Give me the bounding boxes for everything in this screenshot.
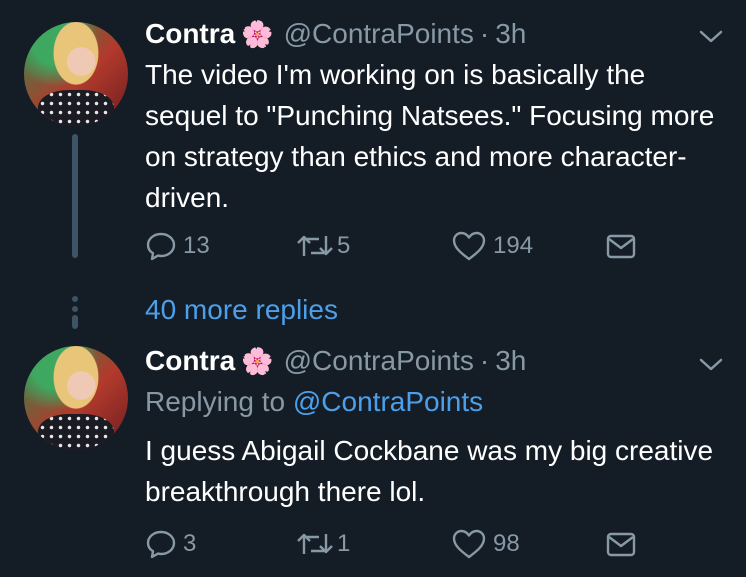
retweet-button[interactable]: 1: [295, 528, 350, 560]
tweet-header: Contra 🌸 @ContraPoints · 3h: [145, 17, 526, 51]
chevron-down-icon[interactable]: [698, 354, 724, 374]
timestamp[interactable]: 3h: [495, 18, 526, 50]
like-count: 194: [493, 232, 534, 259]
replying-mention[interactable]: @ContraPoints: [293, 386, 483, 417]
display-name[interactable]: Contra: [145, 18, 235, 50]
thread-line: [72, 134, 78, 258]
dm-button[interactable]: [605, 230, 637, 262]
thread-line: [72, 315, 78, 329]
avatar[interactable]: [24, 22, 128, 126]
tweet-actions: 13 5 194: [145, 230, 645, 264]
separator: ·: [479, 18, 490, 49]
dm-button[interactable]: [605, 528, 637, 560]
heart-icon: [452, 231, 486, 261]
tweet-text: The video I'm working on is basically th…: [145, 59, 715, 213]
retweet-count: 1: [337, 530, 351, 557]
envelope-icon: [606, 234, 636, 259]
like-count: 98: [493, 530, 520, 557]
envelope-icon: [606, 532, 636, 557]
retweet-button[interactable]: 5: [295, 230, 350, 262]
chevron-down-icon[interactable]: [698, 26, 724, 46]
reply-icon: [146, 232, 176, 261]
heart-icon: [452, 529, 486, 559]
flower-emoji: 🌸: [241, 345, 274, 376]
replying-prefix: Replying to: [145, 386, 286, 417]
reply-icon: [146, 530, 176, 559]
like-button[interactable]: 98: [451, 528, 520, 560]
display-name[interactable]: Contra: [145, 345, 235, 377]
tweet-text: I guess Abigail Cockbane was my big crea…: [145, 435, 714, 507]
reply-button[interactable]: 3: [145, 528, 196, 560]
separator: ·: [479, 345, 490, 376]
timestamp[interactable]: 3h: [495, 345, 526, 377]
retweet-icon: [297, 533, 333, 554]
retweet-count: 5: [337, 232, 351, 259]
retweet-icon: [297, 235, 333, 256]
thread-dot: [72, 296, 78, 302]
flower-emoji: 🌸: [241, 18, 274, 49]
thread-dot: [72, 306, 78, 312]
tweet-header: Contra 🌸 @ContraPoints · 3h: [145, 344, 526, 378]
handle[interactable]: @ContraPoints: [284, 18, 474, 50]
replying-to: Replying to @ContraPoints: [145, 386, 483, 418]
reply-button[interactable]: 13: [145, 230, 210, 262]
handle[interactable]: @ContraPoints: [284, 345, 474, 377]
more-replies-link[interactable]: 40 more replies: [145, 294, 338, 326]
reply-count: 3: [183, 530, 197, 557]
reply-count: 13: [183, 232, 210, 259]
avatar[interactable]: [24, 346, 128, 450]
tweet-actions: 3 1 98: [145, 528, 645, 562]
like-button[interactable]: 194: [451, 230, 533, 262]
